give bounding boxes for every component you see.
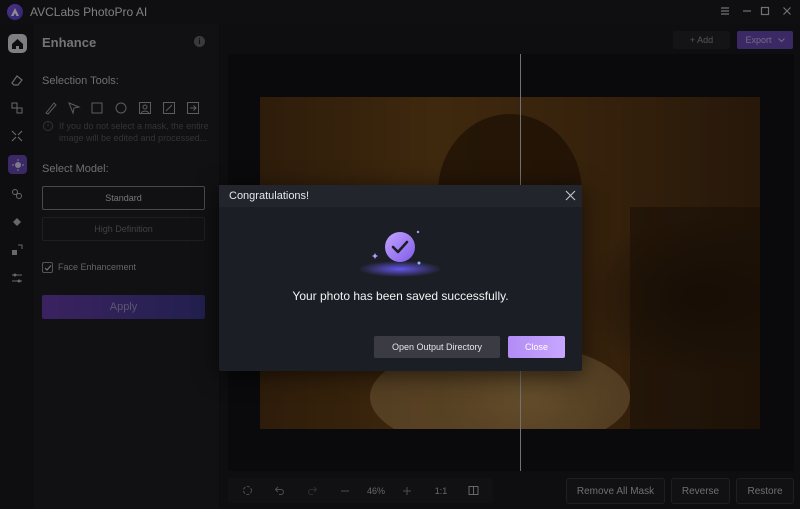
success-dialog: Congratulations! Your photo has been sav… [219,185,582,371]
app-window: AVCLabs PhotoPro AI Enhance i Selection … [0,0,800,509]
open-output-directory-button[interactable]: Open Output Directory [374,336,500,358]
success-check-icon [355,223,445,279]
dialog-close-icon[interactable] [562,188,578,204]
dialog-title: Congratulations! [229,190,310,202]
dialog-message: Your photo has been saved successfully. [292,289,509,303]
close-button[interactable]: Close [508,336,565,358]
